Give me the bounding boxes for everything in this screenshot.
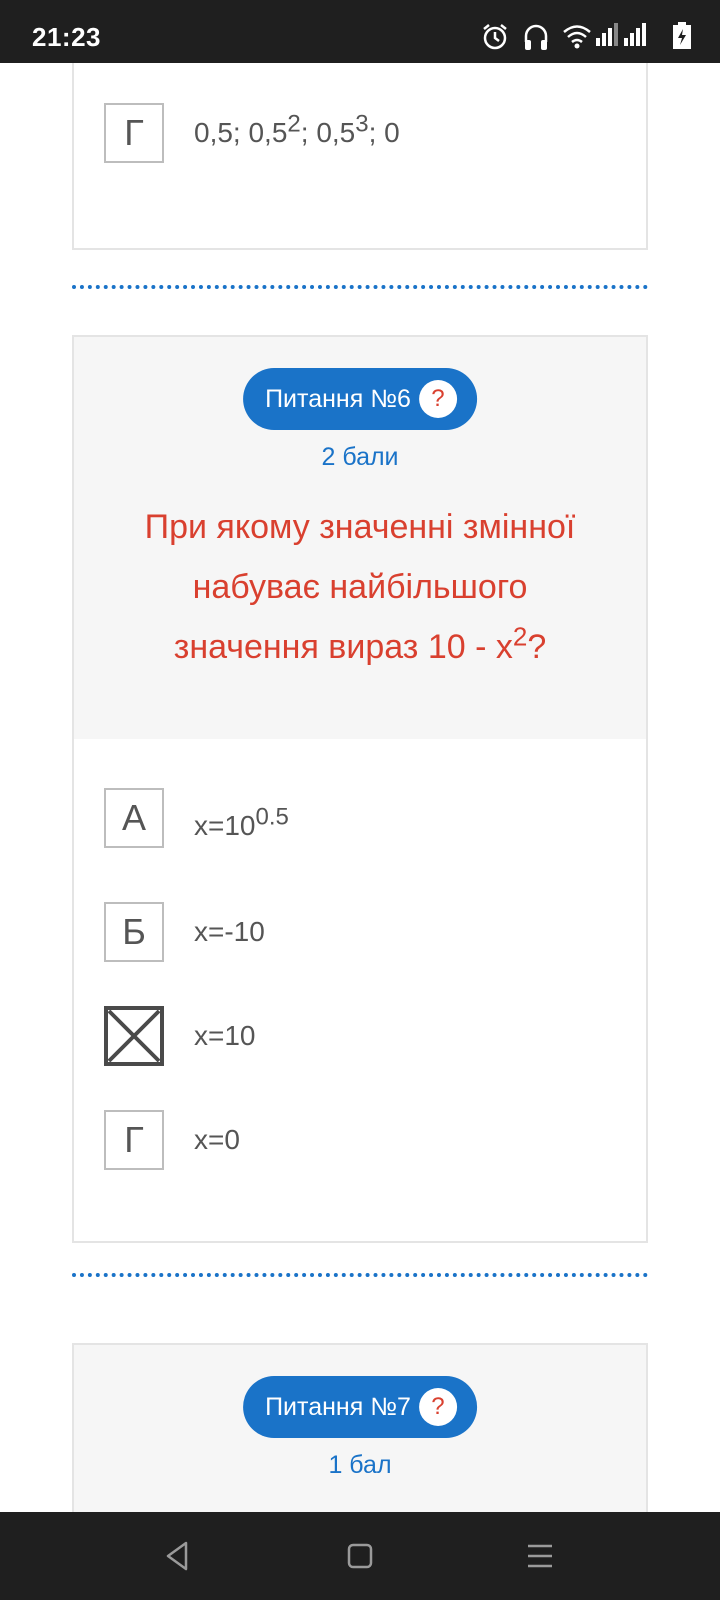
- option-letter-box[interactable]: Б: [104, 902, 164, 962]
- question-text: При якому значенні змінної набуває найбі…: [104, 497, 616, 677]
- question-divider: [72, 1273, 648, 1277]
- question-number-label: Питання №7: [265, 1392, 411, 1421]
- question-text-line: значення вираз 10 - x2?: [173, 621, 547, 666]
- answer-option-g[interactable]: Г 0,5; 0,52; 0,53; 0: [104, 103, 604, 163]
- question-card-7: Питання №7 ? 1 бал: [72, 1343, 648, 1512]
- status-time: 21:23: [32, 22, 101, 52]
- question-text-line: При якому значенні змінної: [144, 508, 576, 546]
- option-checkbox-checked[interactable]: [104, 1006, 164, 1066]
- question-text-line: набуває найбільшого: [192, 568, 528, 606]
- question-number-badge: Питання №7 ?: [243, 1376, 477, 1438]
- option-text: 0,5; 0,52; 0,53; 0: [194, 110, 400, 148]
- option-text: x=-10: [194, 916, 265, 947]
- help-icon[interactable]: ?: [418, 380, 457, 418]
- answer-option-v-selected[interactable]: x=10: [104, 1006, 604, 1066]
- question-number-label: Питання №6: [265, 384, 411, 413]
- menu-icon[interactable]: [522, 1538, 558, 1574]
- headphones-icon: [524, 24, 548, 50]
- option-text: x=0: [194, 1124, 240, 1155]
- back-icon[interactable]: [160, 1538, 196, 1574]
- option-letter-box[interactable]: А: [104, 788, 164, 848]
- question-number-badge: Питання №6 ?: [243, 368, 477, 430]
- signal-icon: [624, 23, 646, 46]
- question-points: 2 бали: [321, 443, 399, 471]
- cross-check-icon: [108, 1009, 160, 1063]
- question-points: 1 бал: [328, 1451, 392, 1479]
- battery-charging-icon: [673, 22, 691, 49]
- quiz-content[interactable]: Г 0,5; 0,52; 0,53; 0 Питання №6 ? 2 бали…: [0, 63, 720, 1512]
- navigation-bar: [0, 1512, 720, 1600]
- answer-option-b[interactable]: Б x=-10: [104, 902, 604, 962]
- option-letter-box[interactable]: Г: [104, 1110, 164, 1170]
- answer-option-a[interactable]: А x=100.5: [104, 788, 604, 848]
- signal-icon: [596, 23, 618, 46]
- wifi-icon: [563, 25, 591, 49]
- option-text: x=10: [194, 1020, 256, 1051]
- question-header: Питання №7 ? 1 бал: [74, 1345, 646, 1512]
- question-header: Питання №6 ? 2 бали При якому значенні з…: [74, 337, 646, 739]
- question-divider: [72, 285, 648, 289]
- option-letter-box[interactable]: Г: [104, 103, 164, 163]
- question-card-6: Питання №6 ? 2 бали При якому значенні з…: [72, 335, 648, 1243]
- alarm-icon: [483, 24, 507, 50]
- answer-option-g[interactable]: Г x=0: [104, 1110, 604, 1170]
- previous-question-card: Г 0,5; 0,52; 0,53; 0: [72, 63, 648, 250]
- option-text: x=100.5: [194, 803, 289, 841]
- home-icon[interactable]: [342, 1538, 378, 1574]
- status-bar: 21:23: [0, 0, 720, 63]
- help-icon[interactable]: ?: [418, 1388, 457, 1426]
